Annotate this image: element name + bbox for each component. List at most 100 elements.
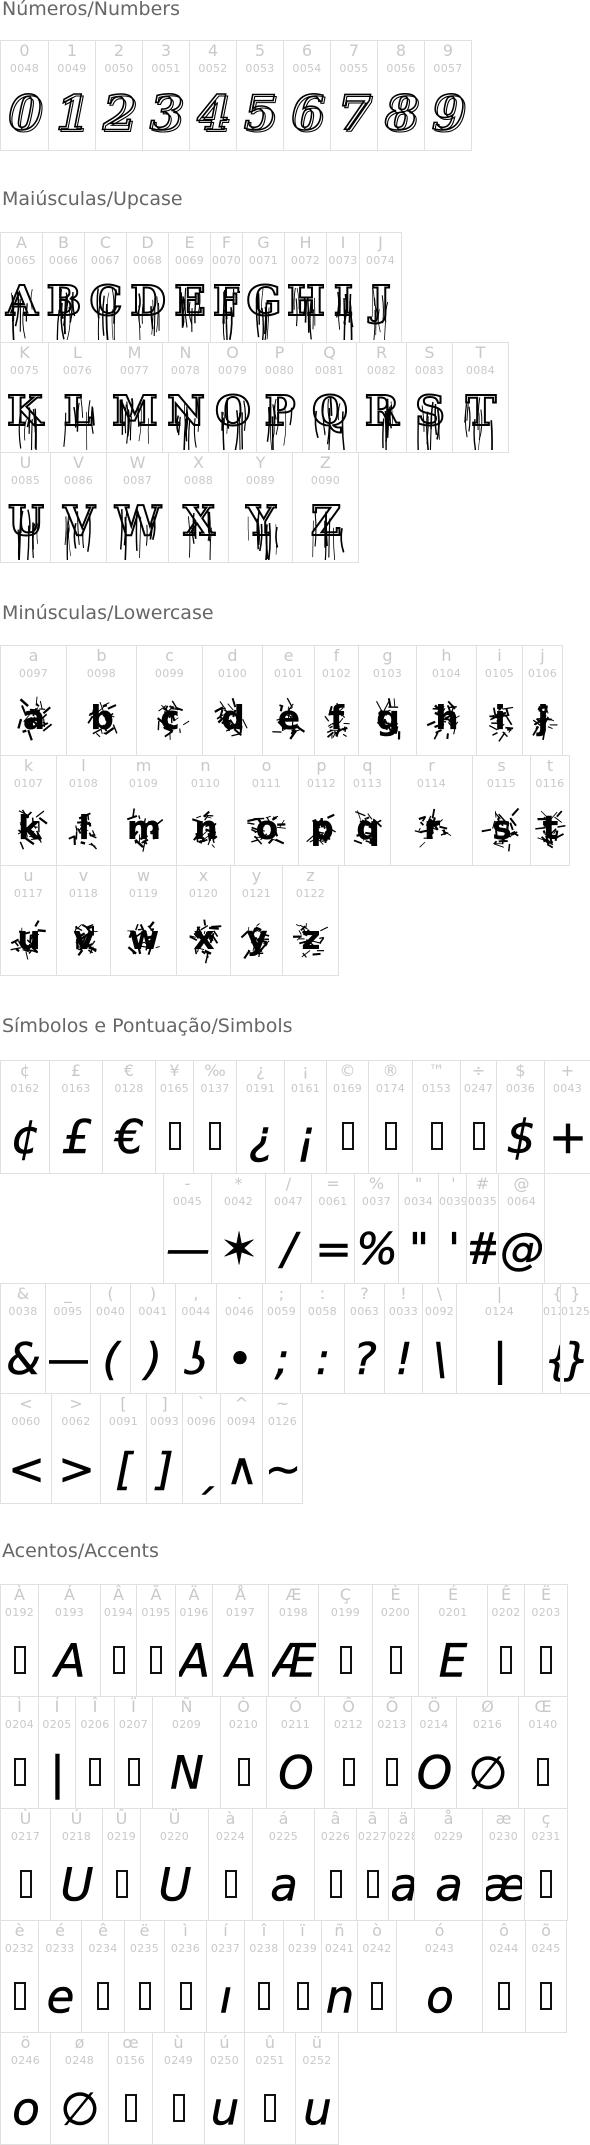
glyph-cell: K0075K — [0, 342, 49, 453]
glyph-drawing: ʖ — [179, 1325, 214, 1391]
glyph-drawing: K — [4, 384, 46, 450]
svg-text:}: } — [564, 1333, 588, 1384]
glyph-code-label: 0248 — [51, 2054, 108, 2067]
svg-text:Æ: Æ — [272, 1634, 316, 1687]
glyph-character-label: > — [52, 1395, 100, 1413]
glyph-drawing: N — [157, 1738, 217, 1806]
glyph-code-label: 0120 — [177, 887, 230, 900]
glyph-cell: Æ0198Æ — [268, 1584, 319, 1697]
glyph-cell: 4005244 — [189, 40, 237, 151]
glyph-drawing: x — [180, 907, 228, 973]
glyph-character-label: e — [263, 647, 314, 665]
glyph-code-label: 0239 — [284, 1942, 321, 1955]
glyph-character-label: Î — [76, 1698, 114, 1716]
glyph-character-label: R — [357, 344, 406, 362]
glyph-character-label: Ä — [176, 1586, 212, 1604]
glyph-cell: À0192 — [0, 1584, 39, 1697]
glyph-drawing: & — [4, 1325, 43, 1391]
missing-glyph-box-icon — [367, 1870, 379, 1898]
glyph-drawing: O — [415, 1738, 454, 1806]
glyph-character-label: Ú — [51, 1810, 102, 1828]
glyph-character-label: ~ — [263, 1395, 302, 1413]
glyph-code-label: 0199 — [319, 1606, 372, 1619]
glyph-sample — [153, 2073, 204, 2142]
glyph-sample: o — [397, 1961, 482, 2030]
glyph-character-label: | — [457, 1285, 542, 1303]
glyph-drawing: E — [172, 274, 208, 340]
svg-text:æ: æ — [486, 1858, 522, 1911]
glyph-code-label: 0084 — [453, 364, 508, 377]
glyph-code-label: 0100 — [203, 667, 262, 680]
glyph-character-label: £ — [50, 1062, 102, 1080]
svg-text:K: K — [7, 386, 44, 434]
glyph-code-label: 0165 — [156, 1082, 193, 1095]
svg-text:<: < — [8, 1443, 45, 1494]
glyph-sample: G — [243, 273, 284, 340]
glyph-code-label: 0196 — [176, 1606, 212, 1619]
glyph-drawing: € — [106, 1102, 153, 1171]
glyph-cell: û0251 — [244, 2032, 296, 2145]
glyph-drawing: 44 — [193, 82, 234, 148]
glyph-cell: H0072H — [284, 232, 327, 343]
glyph-code-label: 0156 — [109, 2054, 152, 2067]
glyph-character-label: f — [315, 647, 358, 665]
glyph-cell: %0037% — [354, 1173, 399, 1284]
glyph-sample — [284, 1961, 321, 2030]
glyph-code-label: 0106 — [523, 667, 562, 680]
glyph-character-label: \ — [423, 1285, 456, 1303]
glyph-code-label: 0116 — [531, 777, 569, 790]
glyph-character-label: + — [545, 1062, 590, 1080]
glyph-code-label: 0047 — [266, 1195, 311, 1208]
glyph-code-label: 0093 — [147, 1415, 182, 1428]
glyph-drawing: o — [238, 797, 296, 863]
glyph-character-label: O — [209, 344, 256, 362]
glyph-character-label: C — [85, 234, 126, 252]
glyph-sample: 00 — [1, 81, 48, 148]
missing-glyph-box-icon — [238, 1758, 250, 1786]
glyph-code-label: 0119 — [111, 887, 176, 900]
glyph-drawing: t — [534, 797, 567, 863]
glyph-drawing: Z — [296, 494, 356, 560]
svg-text:7: 7 — [339, 87, 372, 143]
glyph-code-label: 0206 — [76, 1718, 114, 1731]
glyph-code-label: 0193 — [39, 1606, 100, 1619]
glyph-cell: ¥0165 — [155, 1060, 194, 1174]
glyph-character-label: ' — [439, 1175, 468, 1193]
glyph-sample: ∅ — [51, 2073, 108, 2142]
glyph-character-label: / — [266, 1175, 311, 1193]
glyph-code-label: 0036 — [497, 1082, 544, 1095]
glyph-code-label: 0169 — [327, 1082, 368, 1095]
glyph-drawing: O — [270, 1738, 322, 1806]
glyph-sample: Æ — [269, 1625, 318, 1694]
svg-text:•: • — [227, 1333, 253, 1384]
glyph-drawing: P — [260, 384, 300, 450]
glyph-cell: y0121y — [230, 865, 283, 976]
glyph-character-label: 1 — [49, 42, 95, 60]
glyph-sample: m — [111, 796, 176, 863]
glyph-code-label: 0203 — [525, 1606, 567, 1619]
glyph-character-label: ü — [296, 2034, 338, 2052]
glyph-character-label: G — [243, 234, 284, 252]
glyph-character-label: € — [103, 1062, 155, 1080]
glyph-drawing: • — [220, 1325, 260, 1391]
glyph-code-label: 0040 — [91, 1305, 130, 1318]
glyph-character-label: m — [111, 757, 176, 775]
glyph-cell: n0110n — [176, 755, 235, 866]
glyph-sample: u — [205, 2073, 244, 2142]
glyph-cell: f0102f — [314, 645, 359, 756]
glyph-sample — [245, 2073, 295, 2142]
glyph-cell: B0066B — [42, 232, 85, 343]
glyph-code-label: 0235 — [125, 1942, 164, 1955]
svg-text:u: u — [303, 2082, 332, 2135]
glyph-character-label: : — [301, 1285, 344, 1303]
glyph-sample — [358, 1961, 396, 2030]
glyph-drawing: I — [330, 274, 357, 340]
glyph-code-label: 0211 — [267, 1718, 324, 1731]
glyph-character-label: V — [51, 454, 106, 472]
glyph-sample: x — [177, 906, 230, 973]
glyph-sample: " — [399, 1214, 438, 1281]
glyph-sample: L — [49, 383, 106, 450]
missing-glyph-box-icon — [128, 1758, 140, 1786]
glyph-character-label: À — [1, 1586, 38, 1604]
missing-glyph-box-icon — [500, 1646, 512, 1674]
